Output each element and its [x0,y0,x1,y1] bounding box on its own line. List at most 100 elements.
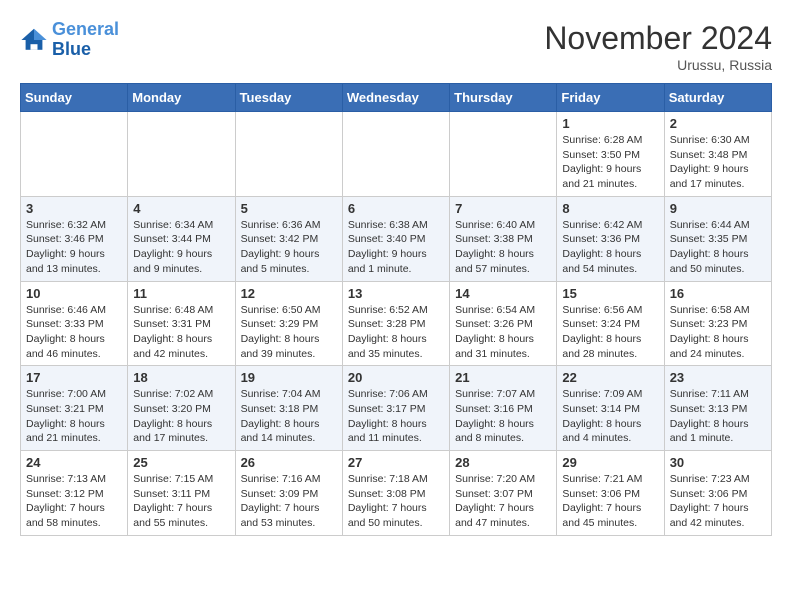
day-info: Sunrise: 7:18 AM Sunset: 3:08 PM Dayligh… [348,472,444,531]
calendar-day: 15 Sunrise: 6:56 AM Sunset: 3:24 PM Dayli… [557,281,664,366]
calendar-day: 21 Sunrise: 7:07 AM Sunset: 3:16 PM Dayli… [450,366,557,451]
day-info: Sunrise: 7:20 AM Sunset: 3:07 PM Dayligh… [455,472,551,531]
day-info: Sunrise: 6:36 AM Sunset: 3:42 PM Dayligh… [241,218,337,277]
location: Urussu, Russia [544,57,772,73]
day-info: Sunrise: 6:50 AM Sunset: 3:29 PM Dayligh… [241,303,337,362]
day-number: 19 [241,370,337,385]
weekday-header: Saturday [664,84,771,112]
day-info: Sunrise: 7:16 AM Sunset: 3:09 PM Dayligh… [241,472,337,531]
day-number: 7 [455,201,551,216]
day-info: Sunrise: 7:15 AM Sunset: 3:11 PM Dayligh… [133,472,229,531]
day-number: 15 [562,286,658,301]
calendar-day: 2 Sunrise: 6:30 AM Sunset: 3:48 PM Daylig… [664,112,771,197]
logo-text: General Blue [52,20,119,60]
day-number: 14 [455,286,551,301]
day-info: Sunrise: 7:11 AM Sunset: 3:13 PM Dayligh… [670,387,766,446]
month-title: November 2024 [544,20,772,57]
calendar-day: 18Sunrise: 7:02 AM Sunset: 3:20 PM Dayli… [128,366,235,451]
day-number: 23 [670,370,766,385]
calendar-day: 6 Sunrise: 6:38 AM Sunset: 3:40 PM Daylig… [342,196,449,281]
calendar-day [450,112,557,197]
calendar-day: 23 Sunrise: 7:11 AM Sunset: 3:13 PM Dayli… [664,366,771,451]
calendar-day: 12Sunrise: 6:50 AM Sunset: 3:29 PM Dayli… [235,281,342,366]
day-info: Sunrise: 6:58 AM Sunset: 3:23 PM Dayligh… [670,303,766,362]
weekday-header: Thursday [450,84,557,112]
day-info: Sunrise: 6:42 AM Sunset: 3:36 PM Dayligh… [562,218,658,277]
calendar-day: 28Sunrise: 7:20 AM Sunset: 3:07 PM Dayli… [450,451,557,536]
page-header: General Blue November 2024 Urussu, Russi… [20,20,772,73]
day-info: Sunrise: 6:44 AM Sunset: 3:35 PM Dayligh… [670,218,766,277]
day-number: 11 [133,286,229,301]
calendar-header: SundayMondayTuesdayWednesdayThursdayFrid… [21,84,772,112]
calendar-day: 27 Sunrise: 7:18 AM Sunset: 3:08 PM Dayli… [342,451,449,536]
day-number: 30 [670,455,766,470]
day-number: 29 [562,455,658,470]
calendar-day: 26 Sunrise: 7:16 AM Sunset: 3:09 PM Dayli… [235,451,342,536]
calendar-day [342,112,449,197]
day-number: 13 [348,286,444,301]
calendar-body: 1Sunrise: 6:28 AM Sunset: 3:50 PM Daylig… [21,112,772,536]
day-info: Sunrise: 6:32 AM Sunset: 3:46 PM Dayligh… [26,218,122,277]
day-number: 16 [670,286,766,301]
calendar-day [235,112,342,197]
title-block: November 2024 Urussu, Russia [544,20,772,73]
day-number: 4 [133,201,229,216]
calendar-table: SundayMondayTuesdayWednesdayThursdayFrid… [20,83,772,536]
day-info: Sunrise: 6:56 AM Sunset: 3:24 PM Dayligh… [562,303,658,362]
day-number: 5 [241,201,337,216]
logo: General Blue [20,20,119,60]
calendar-day: 3 Sunrise: 6:32 AM Sunset: 3:46 PM Daylig… [21,196,128,281]
day-number: 6 [348,201,444,216]
weekday-header: Friday [557,84,664,112]
day-number: 22 [562,370,658,385]
day-info: Sunrise: 6:48 AM Sunset: 3:31 PM Dayligh… [133,303,229,362]
calendar-day: 22 Sunrise: 7:09 AM Sunset: 3:14 PM Dayli… [557,366,664,451]
day-info: Sunrise: 7:23 AM Sunset: 3:06 PM Dayligh… [670,472,766,531]
day-info: Sunrise: 6:54 AM Sunset: 3:26 PM Dayligh… [455,303,551,362]
day-info: Sunrise: 6:28 AM Sunset: 3:50 PM Dayligh… [562,133,658,192]
calendar-day: 13 Sunrise: 6:52 AM Sunset: 3:28 PM Dayli… [342,281,449,366]
calendar-week: 1Sunrise: 6:28 AM Sunset: 3:50 PM Daylig… [21,112,772,197]
day-number: 10 [26,286,122,301]
calendar-day: 24 Sunrise: 7:13 AM Sunset: 3:12 PM Dayli… [21,451,128,536]
day-number: 24 [26,455,122,470]
calendar-day: 5 Sunrise: 6:36 AM Sunset: 3:42 PM Daylig… [235,196,342,281]
day-info: Sunrise: 7:21 AM Sunset: 3:06 PM Dayligh… [562,472,658,531]
calendar-week: 10Sunrise: 6:46 AM Sunset: 3:33 PM Dayli… [21,281,772,366]
calendar-week: 24 Sunrise: 7:13 AM Sunset: 3:12 PM Dayli… [21,451,772,536]
calendar-day: 14 Sunrise: 6:54 AM Sunset: 3:26 PM Dayli… [450,281,557,366]
day-number: 2 [670,116,766,131]
day-number: 27 [348,455,444,470]
calendar-day: 17Sunrise: 7:00 AM Sunset: 3:21 PM Dayli… [21,366,128,451]
day-info: Sunrise: 7:07 AM Sunset: 3:16 PM Dayligh… [455,387,551,446]
day-info: Sunrise: 6:38 AM Sunset: 3:40 PM Dayligh… [348,218,444,277]
day-number: 26 [241,455,337,470]
calendar-day: 8Sunrise: 6:42 AM Sunset: 3:36 PM Daylig… [557,196,664,281]
calendar-day: 10Sunrise: 6:46 AM Sunset: 3:33 PM Dayli… [21,281,128,366]
calendar-day: 16 Sunrise: 6:58 AM Sunset: 3:23 PM Dayli… [664,281,771,366]
weekday-header: Sunday [21,84,128,112]
day-info: Sunrise: 7:09 AM Sunset: 3:14 PM Dayligh… [562,387,658,446]
weekday-header: Wednesday [342,84,449,112]
calendar-week: 3 Sunrise: 6:32 AM Sunset: 3:46 PM Daylig… [21,196,772,281]
calendar-day: 19 Sunrise: 7:04 AM Sunset: 3:18 PM Dayli… [235,366,342,451]
calendar-day: 25 Sunrise: 7:15 AM Sunset: 3:11 PM Dayli… [128,451,235,536]
calendar-week: 17Sunrise: 7:00 AM Sunset: 3:21 PM Dayli… [21,366,772,451]
day-number: 25 [133,455,229,470]
calendar-day: 1Sunrise: 6:28 AM Sunset: 3:50 PM Daylig… [557,112,664,197]
calendar-day: 7Sunrise: 6:40 AM Sunset: 3:38 PM Daylig… [450,196,557,281]
day-number: 17 [26,370,122,385]
weekday-header: Monday [128,84,235,112]
calendar-day: 9Sunrise: 6:44 AM Sunset: 3:35 PM Daylig… [664,196,771,281]
weekday-header: Tuesday [235,84,342,112]
calendar-day: 11 Sunrise: 6:48 AM Sunset: 3:31 PM Dayli… [128,281,235,366]
day-info: Sunrise: 7:13 AM Sunset: 3:12 PM Dayligh… [26,472,122,531]
day-info: Sunrise: 6:34 AM Sunset: 3:44 PM Dayligh… [133,218,229,277]
calendar-day: 29 Sunrise: 7:21 AM Sunset: 3:06 PM Dayli… [557,451,664,536]
day-number: 3 [26,201,122,216]
day-info: Sunrise: 6:30 AM Sunset: 3:48 PM Dayligh… [670,133,766,192]
day-number: 21 [455,370,551,385]
day-info: Sunrise: 6:52 AM Sunset: 3:28 PM Dayligh… [348,303,444,362]
day-info: Sunrise: 7:04 AM Sunset: 3:18 PM Dayligh… [241,387,337,446]
day-number: 20 [348,370,444,385]
